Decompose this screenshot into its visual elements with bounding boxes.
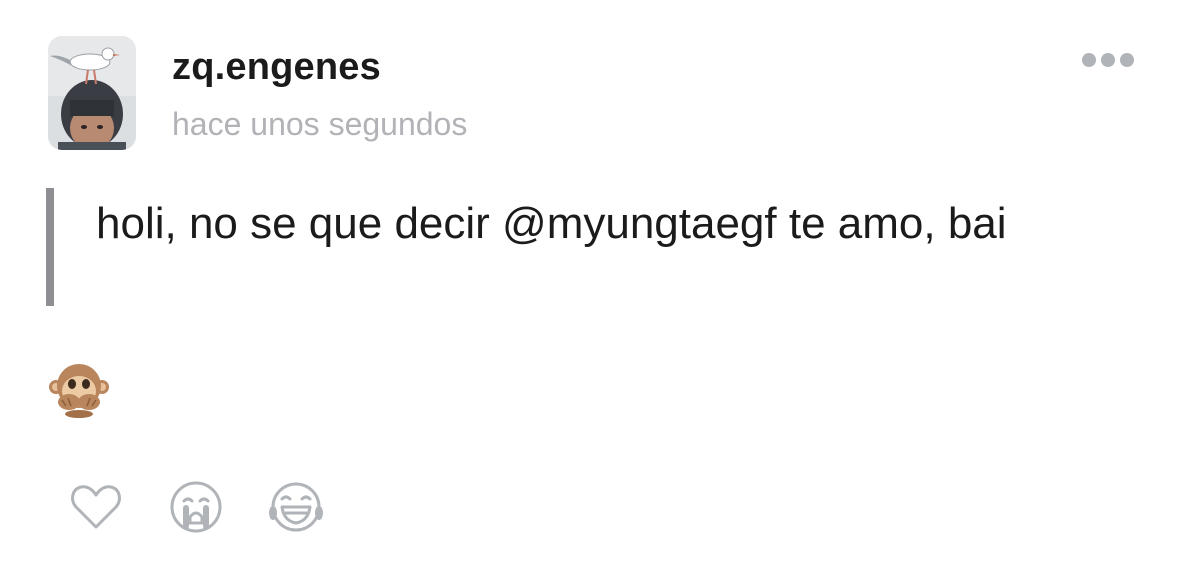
avatar[interactable] [48,36,136,150]
more-dot-icon [1120,53,1134,67]
quote-bar [46,188,54,306]
crying-face-icon[interactable] [168,479,224,535]
laughing-face-icon[interactable] [268,479,324,535]
post-text: holi, no se que decir @myungtaegf te amo… [96,199,1007,248]
avatar-photo [48,36,136,150]
post-quote: holi, no se que decir @myungtaegf te amo… [46,188,1106,306]
more-dot-icon [1101,53,1115,67]
reaction-bar [68,478,324,536]
username[interactable]: zq.engenes [172,46,381,89]
post-card: zq.engenes hace unos segundos holi, no s… [0,0,1178,562]
more-dot-icon [1082,53,1096,67]
heart-icon[interactable] [68,479,124,535]
more-options-button[interactable] [1082,48,1134,72]
timestamp: hace unos segundos [172,106,468,142]
see-no-evil-monkey-icon [48,360,110,418]
